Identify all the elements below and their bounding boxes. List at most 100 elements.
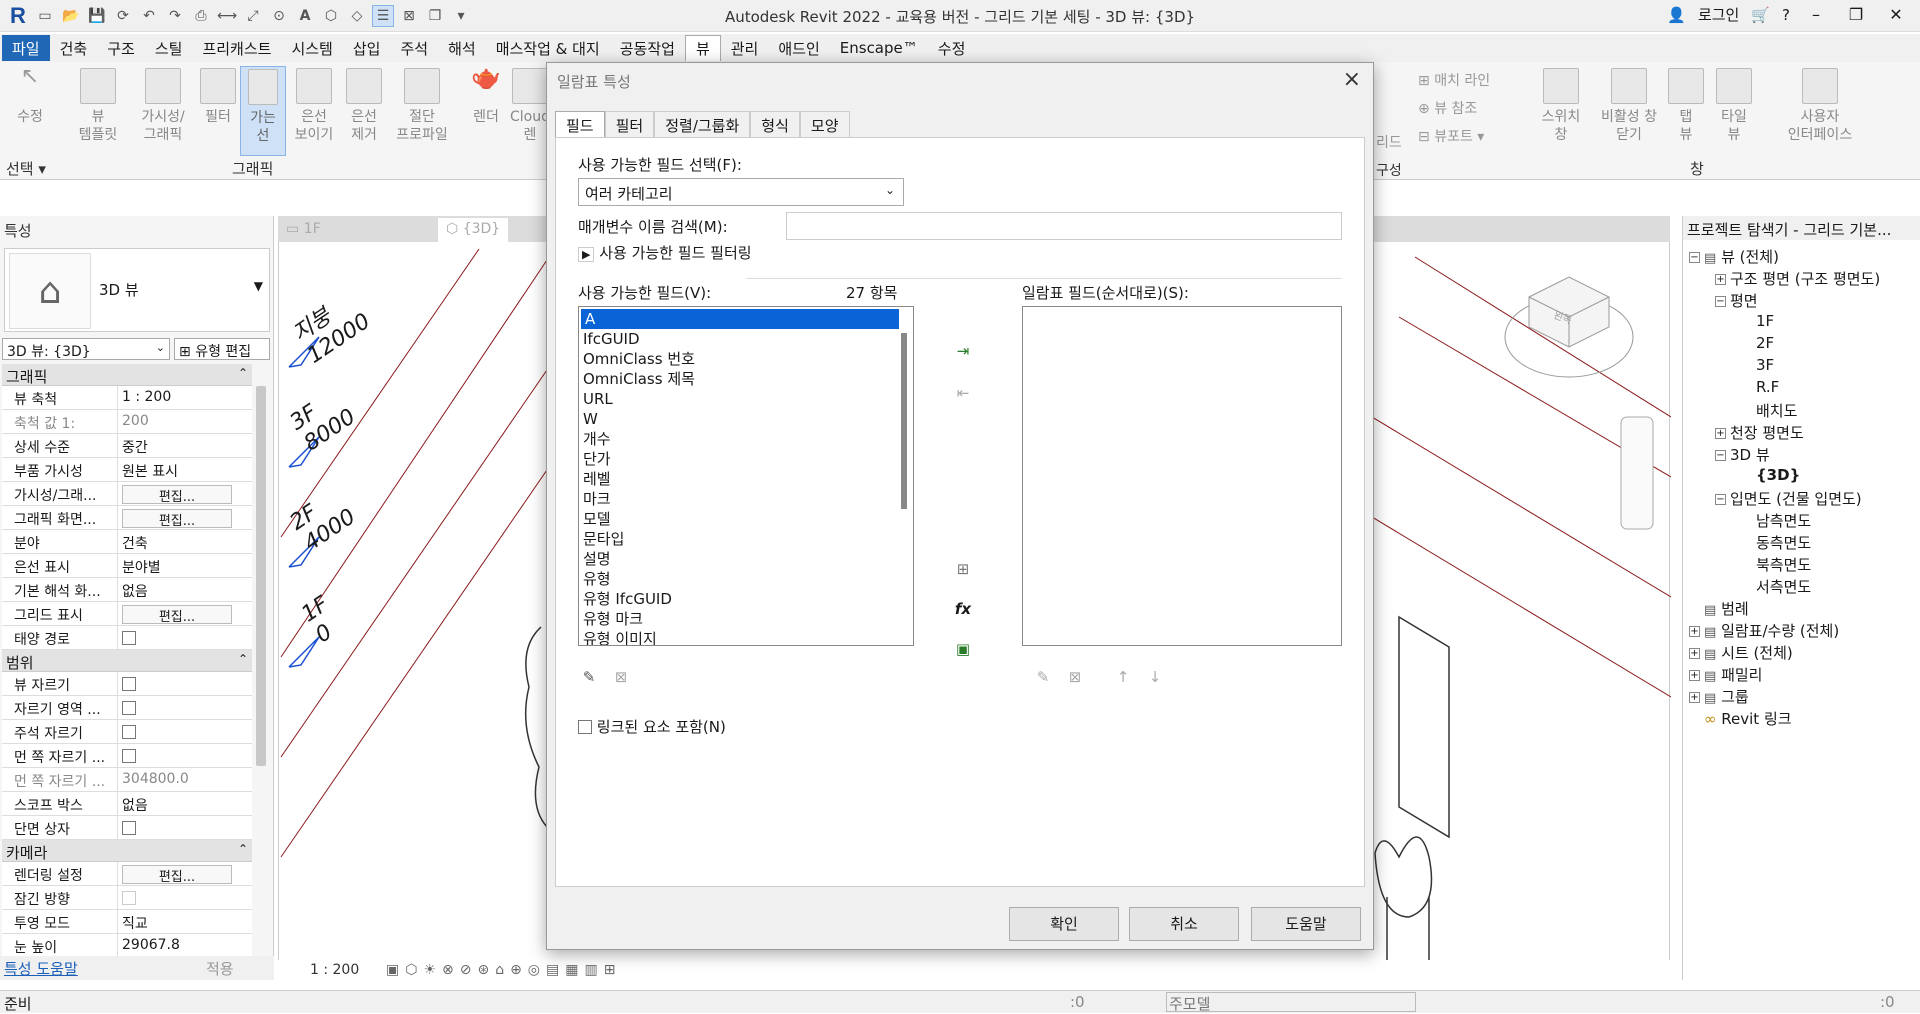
- tab-enscape[interactable]: Enscape™: [830, 35, 928, 61]
- select-panel-label[interactable]: 선택 ▾: [6, 158, 46, 179]
- expand-icon[interactable]: +: [1715, 274, 1726, 285]
- property-row[interactable]: 눈 높이 29067.8: [2, 934, 252, 958]
- property-value[interactable]: 없음: [122, 798, 148, 814]
- available-field-item[interactable]: 설명: [579, 549, 913, 569]
- collapse-icon[interactable]: −: [1715, 450, 1726, 461]
- remove-hidden-lines-button[interactable]: 은선 제거: [338, 66, 390, 144]
- tab-filter[interactable]: 필터: [604, 111, 655, 137]
- property-row[interactable]: 가시성/그래... 편집...: [2, 482, 252, 506]
- property-row[interactable]: 뷰 축척 1 : 200: [2, 386, 252, 410]
- available-list-scrollbar[interactable]: [901, 333, 907, 509]
- available-field-item[interactable]: IfcGUID: [579, 329, 913, 349]
- render-button[interactable]: 🫖 렌더: [462, 65, 510, 126]
- browser-node[interactable]: + 구조 평면 (구조 평면도): [1715, 268, 1880, 289]
- available-fields-list[interactable]: A IfcGUID OmniClass 번호 OmniClass 제목 URL W 개수 단가…: [578, 306, 914, 646]
- tab-views-button[interactable]: 탭 뷰: [1666, 66, 1706, 144]
- property-row[interactable]: 은선 표시 분야별: [2, 554, 252, 578]
- tab-file[interactable]: 파일: [2, 35, 50, 61]
- add-parameter-icon[interactable]: ⇥: [952, 340, 974, 362]
- view-scale[interactable]: 1 : 200: [310, 962, 359, 978]
- calculated-value-icon[interactable]: fx: [952, 598, 974, 620]
- checkbox[interactable]: [122, 821, 136, 835]
- show-hidden-lines-button[interactable]: 은선 보이기: [288, 66, 340, 144]
- browser-node[interactable]: + ▤ 일람표/수량 (전체): [1689, 620, 1839, 641]
- property-value[interactable]: 직교: [122, 916, 148, 932]
- property-group-header[interactable]: 범위 ⌃: [2, 650, 252, 672]
- minimize-icon[interactable]: –: [1802, 5, 1830, 24]
- edit-parameter-icon[interactable]: ✎: [578, 666, 600, 688]
- available-field-item[interactable]: 마크: [579, 489, 913, 509]
- checkbox[interactable]: [122, 749, 136, 763]
- tile-views-button[interactable]: 타일 뷰: [1712, 66, 1756, 144]
- expand-icon[interactable]: +: [1689, 648, 1700, 659]
- edit-type-button[interactable]: ⊞ 유형 편집: [174, 338, 270, 360]
- collapse-icon[interactable]: ⌃: [238, 842, 248, 856]
- browser-node[interactable]: + ▤ 시트 (전체): [1689, 642, 1793, 663]
- visibility-graphics-button[interactable]: 가시성/ 그래픽: [134, 66, 192, 144]
- checkbox[interactable]: [122, 677, 136, 691]
- available-field-item[interactable]: OmniClass 번호: [579, 349, 913, 369]
- tab-annotate[interactable]: 주석: [390, 35, 438, 61]
- browser-node[interactable]: R.F: [1741, 378, 1779, 396]
- collapse-icon[interactable]: −: [1715, 494, 1726, 505]
- tab-precast[interactable]: 프리캐스트: [192, 35, 281, 61]
- property-row[interactable]: 분야 건축: [2, 530, 252, 554]
- collapse-icon[interactable]: ⌃: [238, 652, 248, 666]
- property-value[interactable]: 원본 표시: [122, 464, 178, 480]
- available-field-item[interactable]: 레벨: [579, 469, 913, 489]
- property-row[interactable]: 자르기 영역 ...: [2, 696, 252, 720]
- cloud-render-button[interactable]: Cloud 렌: [510, 66, 550, 144]
- property-value[interactable]: 29067.8: [122, 937, 180, 953]
- browser-node[interactable]: + ▤ 그룹: [1689, 686, 1749, 707]
- type-dropdown-icon[interactable]: ▼: [254, 279, 263, 293]
- property-row[interactable]: 뷰 자르기: [2, 672, 252, 696]
- available-field-item[interactable]: 문타입: [579, 529, 913, 549]
- help-icon[interactable]: ?: [1782, 6, 1790, 24]
- close-inactive-button[interactable]: 비활성 창 닫기: [1592, 66, 1666, 144]
- property-value[interactable]: 304800.0: [122, 771, 189, 787]
- browser-node[interactable]: 배치도: [1741, 400, 1797, 421]
- available-field-item[interactable]: 유형 IfcGUID: [579, 589, 913, 609]
- user-interface-button[interactable]: 사용자 인터페이스: [1770, 66, 1870, 144]
- category-dropdown[interactable]: 여러 카테고리 ⌄: [578, 178, 904, 206]
- browser-node[interactable]: {3D}: [1741, 466, 1800, 484]
- delete-schedule-field-icon[interactable]: ⊠: [1064, 666, 1086, 688]
- viewports-button[interactable]: ⊟ 뷰포트 ▾: [1418, 126, 1484, 146]
- cart-icon[interactable]: 🛒: [1751, 6, 1770, 24]
- view-control-icons[interactable]: ▣⬡☀⊗⊘⊛⌂⊕◎▤▦▥⊞: [386, 962, 621, 978]
- switch-windows-button[interactable]: 스위치 창: [1530, 66, 1592, 144]
- combine-parameters-icon[interactable]: ▣: [952, 638, 974, 660]
- browser-node[interactable]: − 평면: [1715, 290, 1758, 311]
- edit-schedule-field-icon[interactable]: ✎: [1032, 666, 1054, 688]
- property-row[interactable]: 단면 상자: [2, 816, 252, 840]
- parameter-search-input[interactable]: [786, 212, 1342, 240]
- expand-icon[interactable]: +: [1689, 692, 1700, 703]
- available-field-item[interactable]: OmniClass 제목: [579, 369, 913, 389]
- property-value[interactable]: 200: [122, 413, 149, 429]
- browser-node[interactable]: −3D 뷰: [1715, 444, 1770, 465]
- property-row[interactable]: 상세 수준 중간: [2, 434, 252, 458]
- restore-icon[interactable]: ❐: [1842, 5, 1870, 24]
- filter-available-toggle[interactable]: ▶ 사용 가능한 필드 필터링: [578, 242, 752, 263]
- browser-node[interactable]: 1F: [1741, 312, 1774, 330]
- move-up-icon[interactable]: ↑: [1112, 666, 1134, 688]
- view-tab-3d[interactable]: ⬡ {3D}: [438, 218, 509, 242]
- collapse-icon[interactable]: ⌃: [238, 366, 248, 380]
- checkbox[interactable]: [122, 891, 136, 905]
- design-option-combo[interactable]: 주모델: [1166, 992, 1416, 1013]
- signin-icon[interactable]: 👤: [1667, 6, 1686, 24]
- view-template-button[interactable]: 뷰 템플릿: [72, 66, 124, 144]
- checkbox[interactable]: [122, 631, 136, 645]
- edit-button[interactable]: 편집...: [122, 605, 232, 625]
- expand-icon[interactable]: +: [1689, 626, 1700, 637]
- tab-addins[interactable]: 애드인: [768, 35, 829, 61]
- available-field-item[interactable]: 유형: [579, 569, 913, 589]
- view-instance-selector[interactable]: 3D 뷰: {3D} ⌄: [2, 338, 170, 360]
- tab-modify[interactable]: 수정: [928, 35, 976, 61]
- tab-structure[interactable]: 구조: [97, 35, 145, 61]
- expand-icon[interactable]: +: [1715, 428, 1726, 439]
- edit-button[interactable]: 편집...: [122, 865, 232, 885]
- browser-node[interactable]: 3F: [1741, 356, 1774, 374]
- property-row[interactable]: 스코프 박스 없음: [2, 792, 252, 816]
- tab-insert[interactable]: 삽입: [343, 35, 391, 61]
